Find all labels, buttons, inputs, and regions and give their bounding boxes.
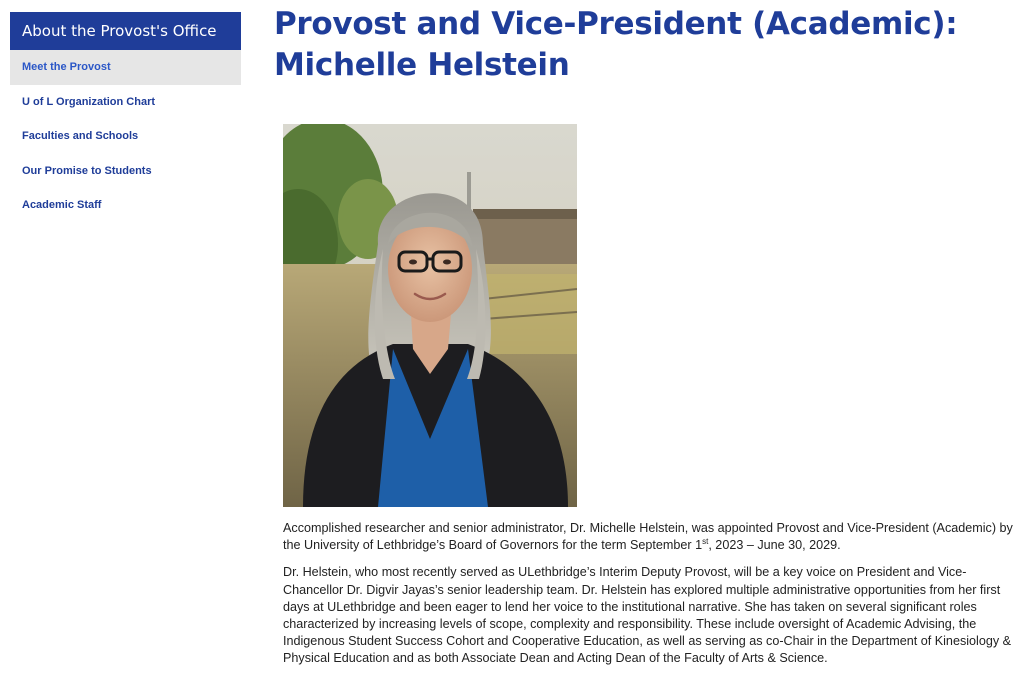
page-title-line-2: Michelle Helstein — [274, 47, 570, 83]
sidebar-item-organization-chart[interactable]: U of L Organization Chart — [10, 85, 241, 120]
sidebar-list: Meet the Provost U of L Organization Cha… — [10, 50, 241, 223]
bio-paragraph-1-end: , 2023 – June 30, 2029. — [708, 538, 841, 553]
page: About the Provost's Office Meet the Prov… — [0, 0, 1024, 697]
sidebar-header[interactable]: About the Provost's Office — [10, 12, 241, 50]
bio-paragraph-1-text: Accomplished researcher and senior admin… — [283, 521, 1013, 553]
bio-paragraph-1: Accomplished researcher and senior admin… — [283, 520, 1018, 554]
sidebar-item-meet-the-provost[interactable]: Meet the Provost — [10, 50, 241, 85]
page-title-line-1: Provost and Vice-President (Academic): — [274, 6, 958, 42]
provost-biography: Accomplished researcher and senior admin… — [283, 520, 1018, 678]
sidebar-item-faculties-and-schools[interactable]: Faculties and Schools — [10, 119, 241, 154]
provost-portrait-photo — [283, 124, 577, 507]
sidebar-item-our-promise-to-students[interactable]: Our Promise to Students — [10, 154, 241, 189]
main-content: Provost and Vice-President (Academic): M… — [274, 0, 1014, 665]
page-title: Provost and Vice-President (Academic): M… — [274, 4, 1014, 86]
bio-paragraph-2: Dr. Helstein, who most recently served a… — [283, 565, 1012, 666]
sidebar-nav: About the Provost's Office Meet the Prov… — [10, 12, 241, 223]
sidebar-item-academic-staff[interactable]: Academic Staff — [10, 188, 241, 223]
